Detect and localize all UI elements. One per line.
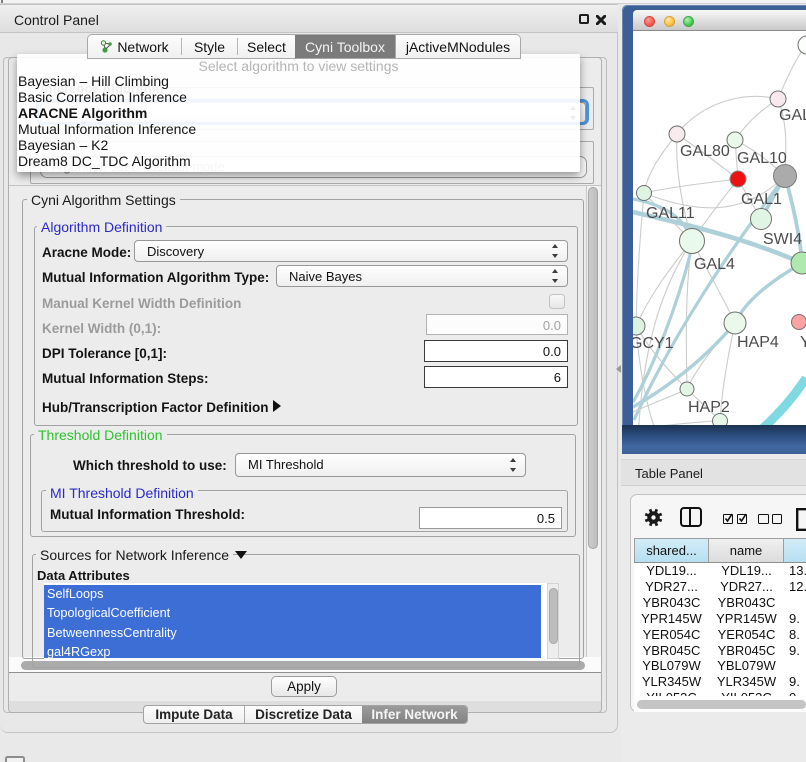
- svg-text:GAL1: GAL1: [741, 191, 782, 208]
- svg-text:GCY1: GCY1: [633, 335, 674, 352]
- svg-text:GAL10: GAL10: [737, 150, 787, 167]
- svg-text:SWI4: SWI4: [763, 231, 802, 248]
- svg-text:GAL4: GAL4: [694, 256, 735, 273]
- svg-text:GAL80: GAL80: [680, 143, 730, 160]
- svg-text:GAL7: GAL7: [779, 107, 806, 124]
- svg-text:HAP4: HAP4: [737, 334, 779, 351]
- svg-text:HAP2: HAP2: [688, 399, 730, 416]
- svg-text:YP: YP: [800, 334, 806, 351]
- svg-text:GAL11: GAL11: [646, 205, 695, 222]
